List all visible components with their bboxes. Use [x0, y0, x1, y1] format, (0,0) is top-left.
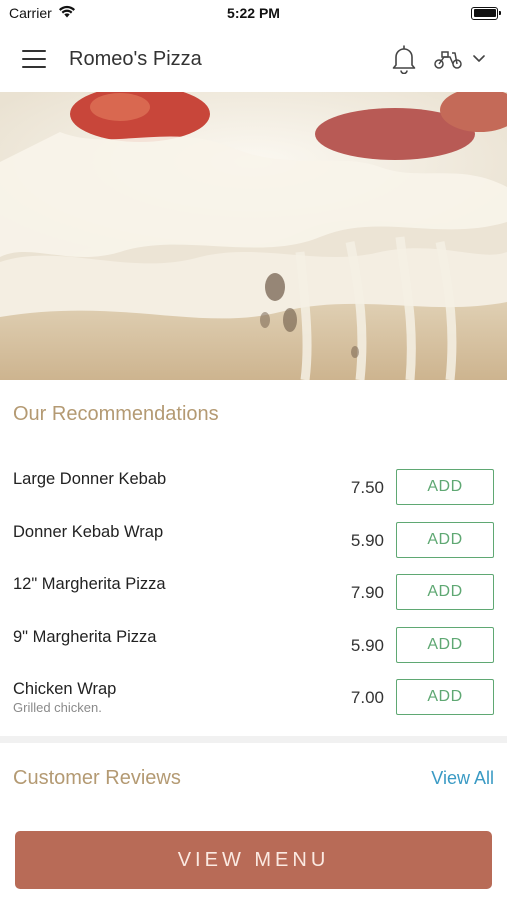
list-item[interactable]: 9" Margherita Pizza 5.90 ADD — [0, 618, 507, 670]
list-item[interactable]: Large Donner Kebab 7.50 ADD — [0, 460, 507, 512]
item-price: 7.90 — [350, 583, 384, 602]
list-item[interactable]: Donner Kebab Wrap 5.90 ADD — [0, 513, 507, 565]
scooter-icon — [433, 48, 463, 70]
item-name: Large Donner Kebab — [13, 470, 167, 488]
nav-actions — [391, 44, 485, 74]
add-button[interactable]: ADD — [396, 469, 494, 505]
item-name: Chicken Wrap — [13, 680, 117, 698]
battery-icon — [471, 6, 501, 20]
chevron-down-icon — [473, 55, 485, 63]
item-name: 9" Margherita Pizza — [13, 627, 157, 646]
pizza-illustration — [0, 92, 507, 380]
item-price: 5.90 — [350, 635, 384, 655]
reviews-title: Customer Reviews — [13, 767, 181, 789]
page-title: Romeo's Pizza — [69, 47, 202, 70]
item-name: 12" Margherita Pizza — [13, 575, 166, 593]
add-button[interactable]: ADD — [396, 679, 494, 715]
item-price: 7.50 — [350, 478, 384, 497]
menu-icon[interactable] — [22, 50, 46, 68]
item-price: 7.00 — [350, 688, 384, 707]
status-time: 5:22 PM — [227, 5, 280, 21]
add-button[interactable]: ADD — [396, 574, 494, 610]
delivery-selector[interactable] — [433, 48, 485, 70]
view-all-link[interactable]: View All — [431, 768, 494, 789]
list-item[interactable]: Chicken Wrap Grilled chicken. 7.00 ADD — [0, 670, 507, 722]
add-button[interactable]: ADD — [396, 521, 494, 558]
carrier-label: Carrier — [9, 5, 52, 21]
add-button[interactable]: ADD — [396, 626, 494, 663]
item-price: 5.90 — [350, 530, 384, 550]
status-bar: Carrier 5:22 PM — [0, 0, 507, 26]
list-item[interactable]: 12" Margherita Pizza 7.90 ADD — [0, 565, 507, 617]
recommendations-title: Our Recommendations — [13, 403, 219, 425]
view-menu-button[interactable]: VIEW MENU — [15, 831, 492, 889]
bell-icon[interactable] — [391, 44, 417, 74]
nav-bar: Romeo's Pizza — [0, 26, 507, 92]
section-divider — [0, 736, 507, 743]
status-left: Carrier — [9, 5, 76, 21]
item-name: Donner Kebab Wrap — [13, 522, 164, 541]
hero-image — [0, 92, 507, 380]
wifi-icon — [58, 5, 76, 21]
item-description: Grilled chicken. — [13, 700, 102, 715]
